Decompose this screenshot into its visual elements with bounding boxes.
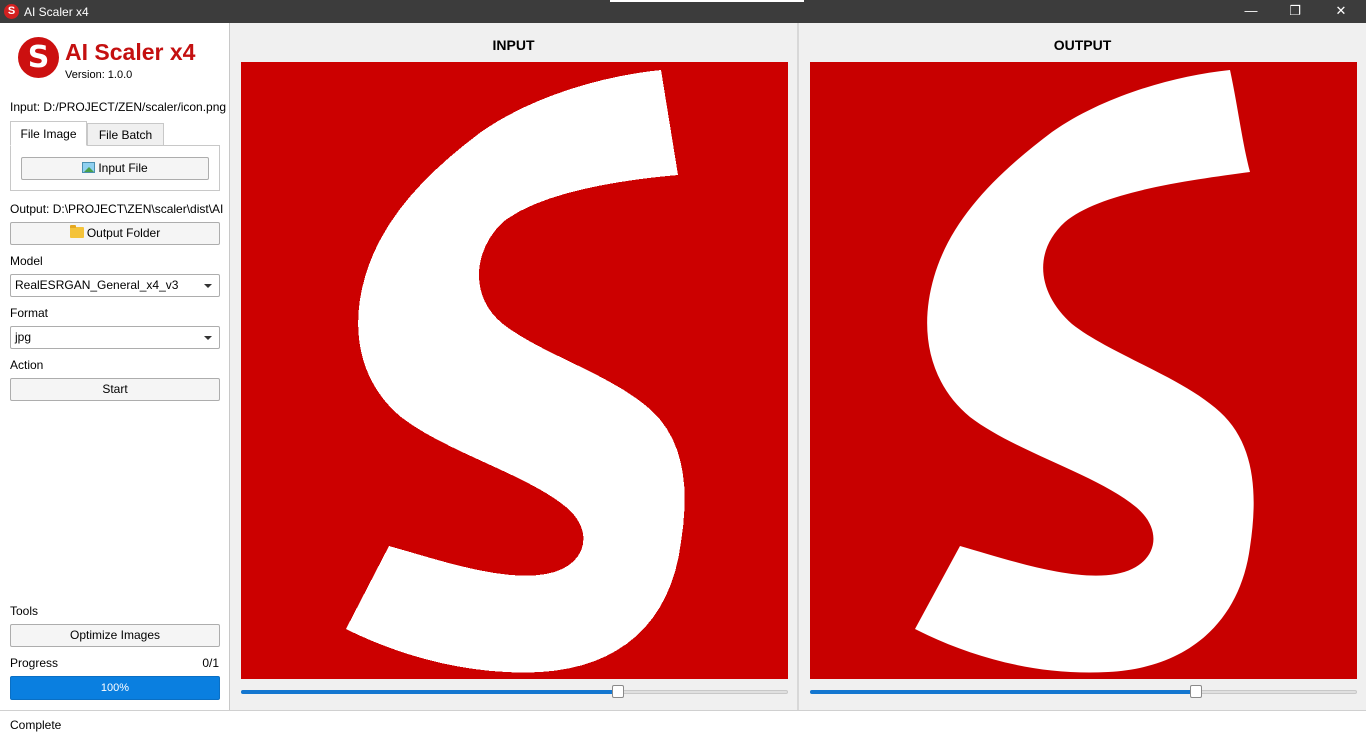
input-zoom-slider[interactable]: [241, 685, 788, 699]
input-file-button-label: Input File: [98, 161, 148, 175]
input-tabs: File Image File Batch Input File: [10, 121, 220, 193]
input-path-label: Input: D:/PROJECT/ZEN/scaler/icon.png: [10, 100, 227, 114]
output-image: [810, 62, 1357, 679]
slider-fill: [810, 690, 1196, 694]
image-icon: [82, 162, 96, 174]
input-pane-title: INPUT: [492, 37, 535, 53]
progress-bar: 100%: [10, 676, 220, 700]
input-s-letter-image: [241, 62, 788, 679]
title-bar-highlight: [610, 0, 804, 2]
output-zoom-slider[interactable]: [810, 685, 1357, 699]
optimize-images-button[interactable]: Optimize Images: [10, 624, 220, 647]
model-select[interactable]: RealESRGAN_General_x4_v3: [10, 274, 220, 297]
minimize-button[interactable]: —: [1228, 0, 1274, 23]
format-label: Format: [10, 306, 49, 320]
window-title: AI Scaler x4: [24, 5, 89, 19]
logo-icon: S: [18, 37, 59, 78]
format-select[interactable]: jpg: [10, 326, 220, 349]
format-select-value: jpg: [15, 330, 32, 344]
app-icon: S: [4, 4, 19, 19]
progress-label: Progress: [10, 656, 59, 670]
input-pane: INPUT: [230, 23, 797, 710]
tools-label: Tools: [10, 604, 39, 618]
chevron-down-icon: [204, 336, 212, 340]
tab-file-image[interactable]: File Image: [10, 121, 87, 146]
output-pane-title: OUTPUT: [1053, 37, 1112, 53]
output-folder-button-label: Output Folder: [86, 226, 161, 240]
output-s-letter-image: [810, 62, 1357, 679]
status-bar: Complete: [0, 710, 1366, 738]
slider-fill: [241, 690, 619, 694]
model-label: Model: [10, 254, 43, 268]
close-button[interactable]: ✕: [1318, 0, 1364, 23]
app-name: AI Scaler x4: [65, 39, 196, 65]
restore-button[interactable]: ❐: [1272, 0, 1318, 23]
sidebar: S AI Scaler x4 Version: 1.0.0 Input: D:/…: [0, 23, 230, 710]
action-label: Action: [10, 358, 44, 372]
progress-count: 0/1: [202, 656, 219, 670]
output-path-label: Output: D:\PROJECT\ZEN\scaler\dist\AI: [10, 202, 224, 216]
slider-thumb[interactable]: [1189, 685, 1202, 698]
status-text: Complete: [10, 718, 62, 732]
tab-panel-file-image: Input File: [10, 145, 220, 191]
version-label: Version: 1.0.0: [65, 69, 133, 81]
start-button[interactable]: Start: [10, 378, 220, 401]
input-image: [241, 62, 788, 679]
chevron-down-icon: [204, 284, 212, 288]
tab-file-batch[interactable]: File Batch: [87, 123, 164, 146]
output-pane: OUTPUT: [799, 23, 1366, 710]
model-select-value: RealESRGAN_General_x4_v3: [15, 278, 179, 292]
folder-icon: [69, 225, 84, 239]
output-folder-button[interactable]: Output Folder: [10, 222, 220, 245]
input-file-button[interactable]: Input File: [21, 157, 209, 180]
title-bar: S AI Scaler x4 — ❐ ✕: [0, 0, 1366, 23]
slider-thumb[interactable]: [612, 685, 625, 698]
